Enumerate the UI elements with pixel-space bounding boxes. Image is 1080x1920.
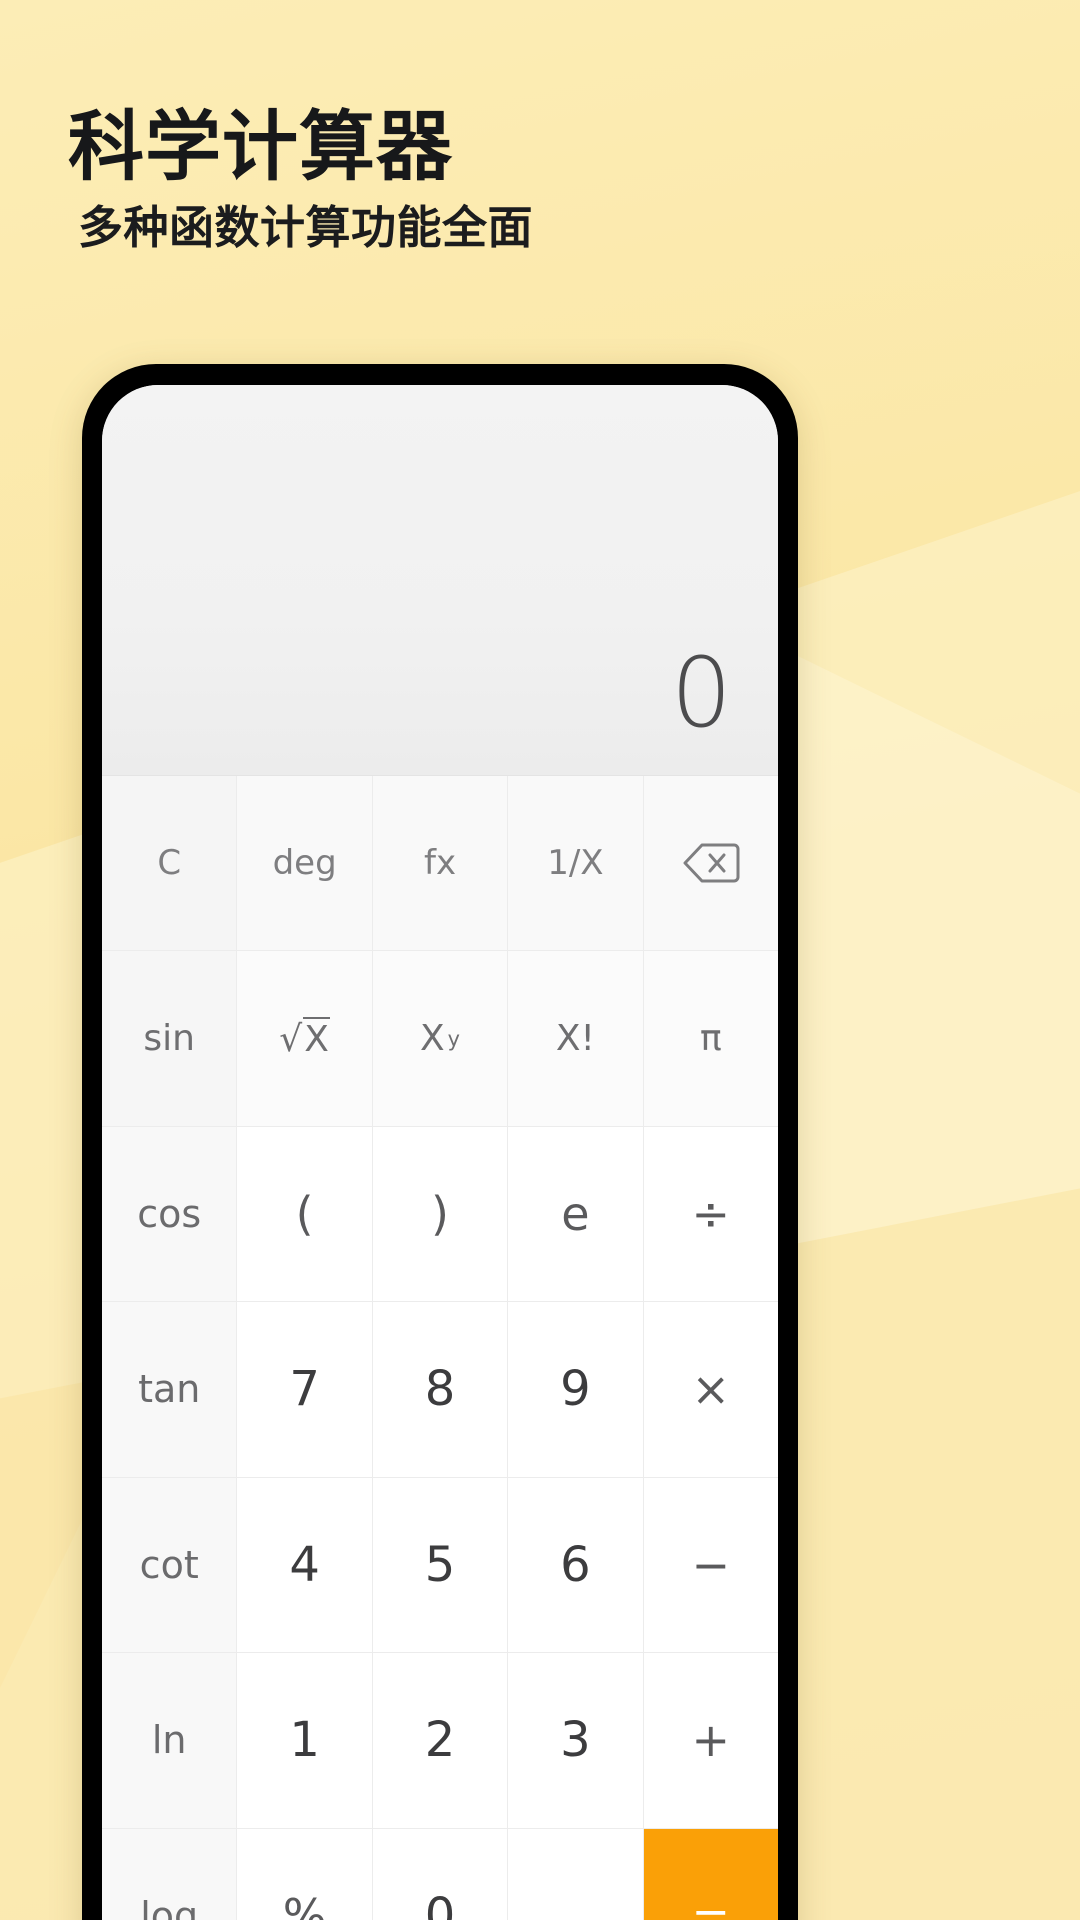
- calculator-keypad: C deg fx 1/X sin √ X Xy X! π cos () e ÷…: [102, 775, 778, 1920]
- keypad-row-2: sin √ X Xy X! π: [102, 951, 778, 1127]
- key-equals[interactable]: =: [643, 1828, 778, 1920]
- key-9[interactable]: 9: [508, 1302, 644, 1478]
- key-percent[interactable]: %: [237, 1828, 373, 1920]
- key-fx[interactable]: fx: [372, 776, 509, 952]
- key-8[interactable]: 8: [372, 1302, 509, 1478]
- key-sin[interactable]: sin: [102, 951, 238, 1127]
- keypad-row-6: ln 1 2 3 +: [102, 1653, 778, 1829]
- page-title: 科学计算器: [68, 105, 453, 190]
- key-backspace[interactable]: [643, 776, 778, 952]
- key-cot[interactable]: cot: [102, 1477, 238, 1654]
- calculator-display: 0: [102, 385, 778, 775]
- key-log[interactable]: log: [102, 1828, 238, 1920]
- key-1[interactable]: 1: [237, 1653, 373, 1829]
- key-0[interactable]: 0: [372, 1828, 509, 1920]
- phone-screen: 0 C deg fx 1/X sin √ X X y X! π cos () …: [102, 385, 778, 1920]
- display-value: 0: [670, 636, 732, 749]
- key-factorial[interactable]: X!: [508, 951, 644, 1127]
- key-7[interactable]: 7: [237, 1302, 373, 1478]
- key-tan[interactable]: tan: [102, 1302, 238, 1478]
- headline-block: 科学计算器 多种函数计算功能全面: [68, 108, 533, 253]
- keypad-row-3: cos ( ) e ÷: [102, 1126, 778, 1303]
- keypad-row-4: tan 7 8 9 ×: [102, 1302, 778, 1478]
- backspace-icon: [683, 843, 740, 883]
- key-pi[interactable]: π: [643, 951, 778, 1127]
- sqrt-symbol: √: [279, 1019, 303, 1061]
- key-5[interactable]: 5: [372, 1477, 509, 1654]
- key-decimal[interactable]: .: [508, 1828, 644, 1920]
- key-multiply[interactable]: ×: [643, 1302, 778, 1478]
- key-clear[interactable]: C: [102, 776, 238, 952]
- key-euler[interactable]: e: [508, 1126, 644, 1303]
- sqrt-icon: √ X: [279, 1017, 330, 1060]
- keypad-row-5: cot 4 5 6 −: [102, 1477, 778, 1654]
- key-ln[interactable]: ln: [102, 1653, 238, 1829]
- key-paren-open[interactable]: (: [237, 1126, 373, 1303]
- page-subtitle: 多种函数计算功能全面: [78, 202, 534, 254]
- key-4[interactable]: 4: [237, 1477, 373, 1654]
- key-paren-close[interactable]: ): [372, 1126, 509, 1303]
- power-base: X: [420, 1018, 445, 1060]
- key-3[interactable]: 3: [508, 1653, 644, 1829]
- phone-mockup-frame: 0 C deg fx 1/X sin √ X X y X! π cos () …: [82, 364, 798, 1920]
- key-minus[interactable]: −: [643, 1477, 778, 1654]
- key-divide[interactable]: ÷: [643, 1126, 778, 1303]
- key-reciprocal[interactable]: 1/X: [508, 776, 644, 952]
- key-2[interactable]: 2: [372, 1653, 509, 1829]
- power-exponent: y: [447, 1026, 461, 1051]
- key-sqrt[interactable]: √ X: [237, 951, 373, 1127]
- keypad-row-7: log % 0 . =: [102, 1828, 778, 1920]
- key-deg[interactable]: deg: [237, 776, 373, 952]
- key-plus[interactable]: +: [643, 1653, 778, 1829]
- keypad-row-1: C deg fx 1/X: [102, 776, 778, 952]
- sqrt-radicand: X: [303, 1017, 330, 1061]
- key-6[interactable]: 6: [508, 1477, 644, 1654]
- key-cos[interactable]: cos: [102, 1126, 238, 1303]
- key-power[interactable]: Xy: [372, 951, 509, 1127]
